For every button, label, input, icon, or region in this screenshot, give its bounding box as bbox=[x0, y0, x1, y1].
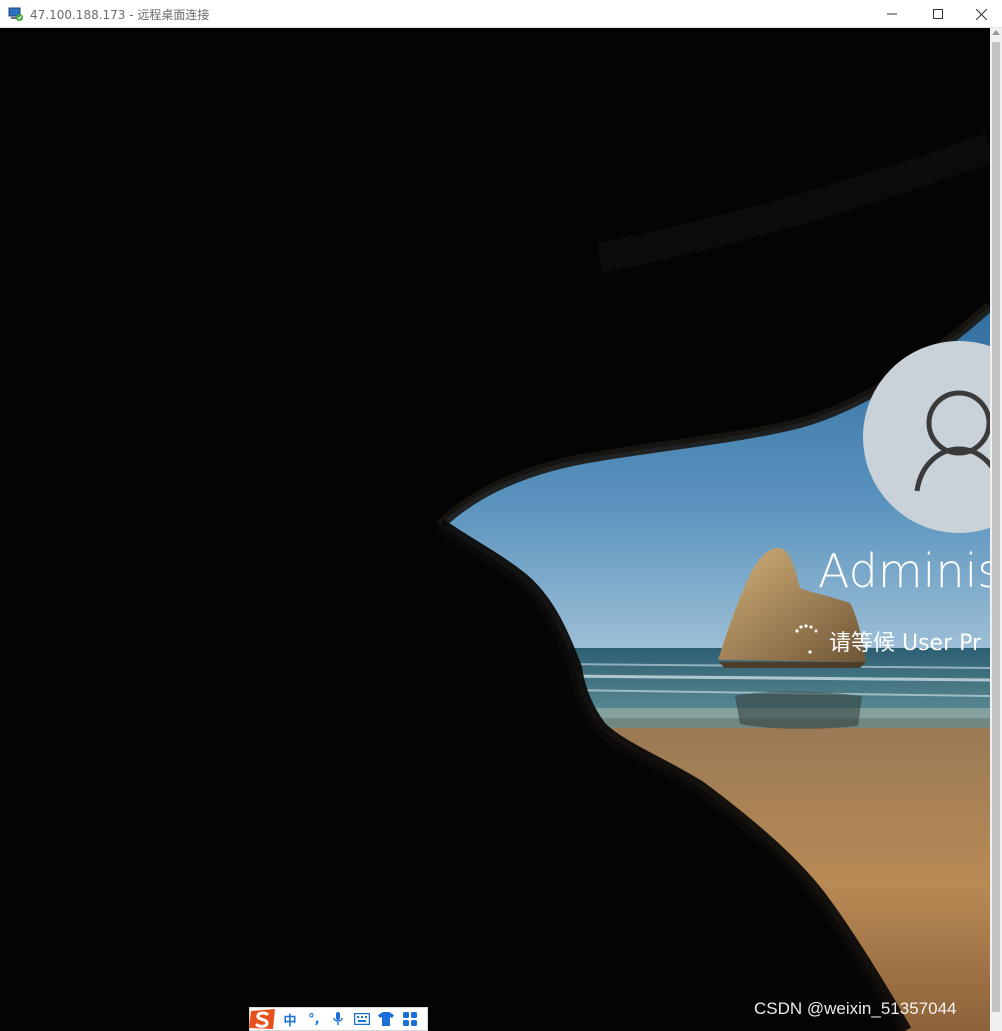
scroll-thumb[interactable] bbox=[992, 42, 1000, 1012]
ime-chinese-mode[interactable]: 中 bbox=[278, 1008, 302, 1030]
watermark-text: CSDN @weixin_51357044 bbox=[754, 999, 957, 1018]
ime-toolbox-icon[interactable] bbox=[398, 1008, 422, 1030]
ime-punctuation[interactable]: °, bbox=[302, 1008, 326, 1030]
loading-spinner-icon bbox=[795, 624, 818, 654]
minimize-button[interactable] bbox=[869, 0, 915, 28]
sogou-logo-icon[interactable] bbox=[248, 1007, 278, 1031]
close-button[interactable] bbox=[961, 0, 1002, 28]
title-bar: 47.100.188.173 - 远程桌面连接 bbox=[0, 0, 1002, 28]
window-title: 47.100.188.173 - 远程桌面连接 bbox=[30, 8, 210, 22]
scroll-up-arrow-icon[interactable] bbox=[992, 30, 1000, 35]
remote-desktop-icon bbox=[8, 6, 24, 22]
minimize-icon bbox=[887, 13, 897, 15]
vertical-scrollbar[interactable] bbox=[990, 28, 1002, 1031]
user-name: Administ bbox=[818, 544, 990, 598]
ime-skin-icon[interactable] bbox=[374, 1008, 398, 1030]
maximize-icon bbox=[933, 9, 943, 19]
ime-keyboard-icon[interactable] bbox=[350, 1008, 374, 1030]
remote-desktop-viewport[interactable]: Administ 请等候 User Pr bbox=[0, 28, 990, 1031]
user-avatar bbox=[863, 341, 990, 533]
maximize-button[interactable] bbox=[915, 0, 961, 28]
close-icon bbox=[976, 8, 987, 20]
login-status-text: 请等候 User Pr bbox=[829, 631, 982, 656]
ime-toolbar: 中 °, bbox=[249, 1007, 428, 1031]
ime-voice-icon[interactable] bbox=[326, 1008, 350, 1030]
user-icon bbox=[914, 390, 990, 492]
lock-screen-wallpaper bbox=[0, 28, 990, 1031]
